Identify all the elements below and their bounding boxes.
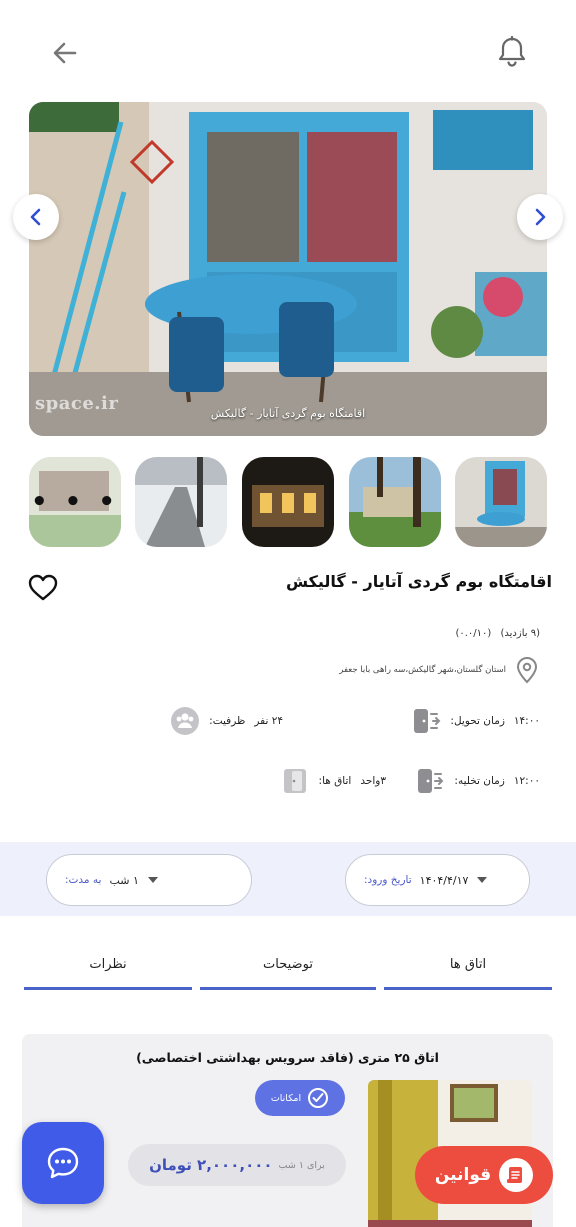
- visit-count: (۹ بازدید): [500, 628, 540, 639]
- checkout-info: زمان تخلیه: ۱۲:۰۰: [415, 766, 540, 796]
- tab-rooms[interactable]: اتاق ها: [384, 942, 552, 990]
- amenities-label: امکانات: [270, 1092, 302, 1104]
- thumbnail[interactable]: [135, 457, 227, 547]
- thumbnail[interactable]: [349, 457, 441, 547]
- address-text: استان گلستان،شهر گالیکش،سه راهی بابا جعف…: [339, 665, 506, 675]
- heart-icon: [28, 574, 58, 601]
- rules-label: قوانین: [434, 1165, 492, 1185]
- arrow-left-icon: [53, 42, 77, 64]
- duration-select[interactable]: به مدت: ۱ شب: [46, 854, 252, 906]
- checkin-date-label: تاریخ ورود:: [364, 874, 412, 886]
- door-exit-icon: [418, 769, 444, 793]
- tab-description[interactable]: توضیحات: [200, 942, 376, 990]
- duration-label: به مدت:: [65, 874, 102, 886]
- door-icon: [283, 769, 306, 793]
- duration-value: ۱ شب: [109, 873, 139, 887]
- check-circle-icon: [308, 1088, 329, 1108]
- capacity-info: ظرفیت: ۲۴ نفر: [170, 706, 283, 736]
- checkin-info: زمان تحویل: ۱۴:۰۰: [411, 706, 540, 736]
- section-tabs: اتاق ها توضیحات نظرات: [24, 942, 552, 992]
- more-images-indicator: • • •: [29, 457, 121, 547]
- listing-title: اقامتگاه بوم گردی آتایار - گالیکش: [285, 572, 552, 591]
- hero-image[interactable]: space.ir اقامتگاه بوم گردی آتایار - گالی…: [29, 102, 547, 436]
- back-button[interactable]: [44, 32, 86, 74]
- next-image-button[interactable]: [517, 194, 563, 240]
- favorite-button[interactable]: [26, 572, 60, 604]
- rooms-info: اتاق ها: ۳واحد: [280, 766, 386, 796]
- thumbnail[interactable]: [455, 457, 547, 547]
- room-price: ۲,۰۰۰,۰۰۰ تومان: [149, 1156, 273, 1174]
- previous-image-button[interactable]: [13, 194, 59, 240]
- checkin-label: زمان تحویل:: [450, 715, 505, 727]
- people-icon: [171, 707, 200, 735]
- hero-caption: اقامتگاه بوم گردی آتایار - گالیکش: [210, 407, 366, 420]
- capacity-value: ۲۴ نفر: [254, 715, 283, 727]
- location-pin-icon: [516, 657, 538, 684]
- rooms-value: ۳واحد: [360, 775, 386, 787]
- bell-icon: [498, 35, 526, 67]
- door-enter-icon: [414, 709, 441, 733]
- top-bar: [0, 0, 576, 100]
- capacity-label: ظرفیت:: [209, 715, 246, 727]
- chat-button[interactable]: [22, 1122, 104, 1204]
- checkin-value: ۱۴:۰۰: [513, 715, 540, 727]
- checkout-value: ۱۲:۰۰: [513, 775, 540, 787]
- caret-down-icon: [147, 877, 158, 883]
- notifications-button[interactable]: [490, 30, 534, 74]
- thumbnail-more[interactable]: • • •: [29, 457, 121, 547]
- room-title: اتاق ۲۵ متری (فاقد سرویس بهداشتی اختصاصی…: [136, 1050, 439, 1065]
- rooms-label: اتاق ها:: [318, 775, 352, 787]
- booking-bar: تاریخ ورود: ۱۴۰۴/۴/۱۷ به مدت: ۱ شب: [0, 842, 576, 916]
- chevron-left-icon: [30, 208, 41, 226]
- chat-bubble-icon: [47, 1147, 79, 1179]
- tab-reviews[interactable]: نظرات: [24, 942, 192, 990]
- thumbnail[interactable]: [242, 457, 334, 547]
- visits-rating: (۹ بازدید) (۰.۰/۱۰): [449, 628, 540, 639]
- price-pill: ۲,۰۰۰,۰۰۰ تومان برای ۱ شب: [128, 1144, 346, 1186]
- amenities-button[interactable]: امکانات: [255, 1080, 345, 1116]
- checkin-date-select[interactable]: تاریخ ورود: ۱۴۰۴/۴/۱۷: [345, 854, 530, 906]
- document-icon: [499, 1158, 534, 1192]
- thumbnail-strip: • • •: [29, 457, 547, 547]
- chevron-right-icon: [535, 208, 546, 226]
- rules-button[interactable]: قوانین: [415, 1146, 553, 1204]
- caret-down-icon: [477, 877, 488, 883]
- checkout-label: زمان تخلیه:: [454, 775, 505, 787]
- checkin-date-value: ۱۴۰۴/۴/۱۷: [419, 873, 469, 887]
- address-row: استان گلستان،شهر گالیکش،سه راهی بابا جعف…: [339, 656, 540, 684]
- price-per-night: برای ۱ شب: [278, 1159, 325, 1171]
- rating-score: (۰.۰/۱۰): [455, 628, 492, 639]
